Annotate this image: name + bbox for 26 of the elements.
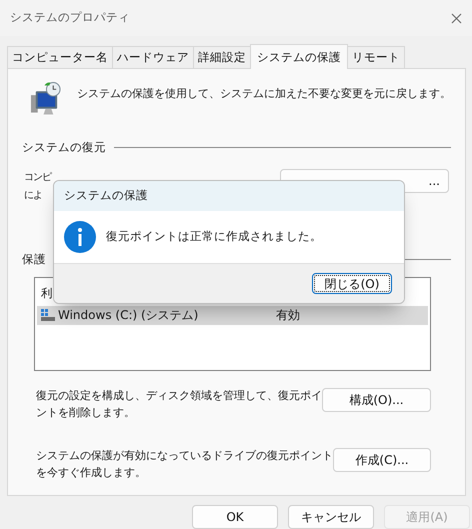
column-header[interactable]: 利 <box>41 284 53 302</box>
tab[interactable]: 詳細設定 <box>193 46 251 68</box>
tab[interactable]: コンピューター名 <box>7 46 113 68</box>
action-description: システムの保護が有効になっているドライブの復元ポイント を今すぐ作成します。 <box>36 448 333 481</box>
table-cell-text: Windows (C:) (システム) <box>58 307 200 324</box>
close-button[interactable]: 閉じる(O) <box>312 273 392 294</box>
dialog-message: 復元ポイントは正常に作成されました。 <box>106 228 322 246</box>
system-protection-icon <box>30 81 61 118</box>
info-icon <box>64 221 96 253</box>
table-cell-text: 有効 <box>276 307 300 324</box>
dialog-title: システムの保護 <box>64 187 148 204</box>
drive-row[interactable]: Windows (C:) (システム) 有効 <box>37 306 428 325</box>
close-icon[interactable] <box>451 12 462 24</box>
section-heading: システムの復元 <box>22 139 106 156</box>
section-heading: 保護 <box>22 250 46 268</box>
action-button[interactable]: 作成(C)... <box>333 448 431 472</box>
drive-icon <box>41 309 55 322</box>
action-description: 復元の設定を構成し、ディスク領域を管理して、復元ポイ ントを削除します。 <box>36 388 322 421</box>
restore-description: コンピ によ <box>24 170 51 202</box>
tab[interactable]: システムの保護 <box>250 44 348 70</box>
dialog-button[interactable]: OK <box>192 505 278 529</box>
window-title: システムのプロパティ <box>10 9 130 26</box>
tab[interactable]: リモート <box>347 46 405 68</box>
intro-text: システムの保護を使用して、システムに加えた不要な変更を元に戻します。 <box>77 86 451 102</box>
action-button[interactable]: 構成(O)... <box>322 388 431 412</box>
dialog-button[interactable]: キャンセル <box>288 505 374 529</box>
